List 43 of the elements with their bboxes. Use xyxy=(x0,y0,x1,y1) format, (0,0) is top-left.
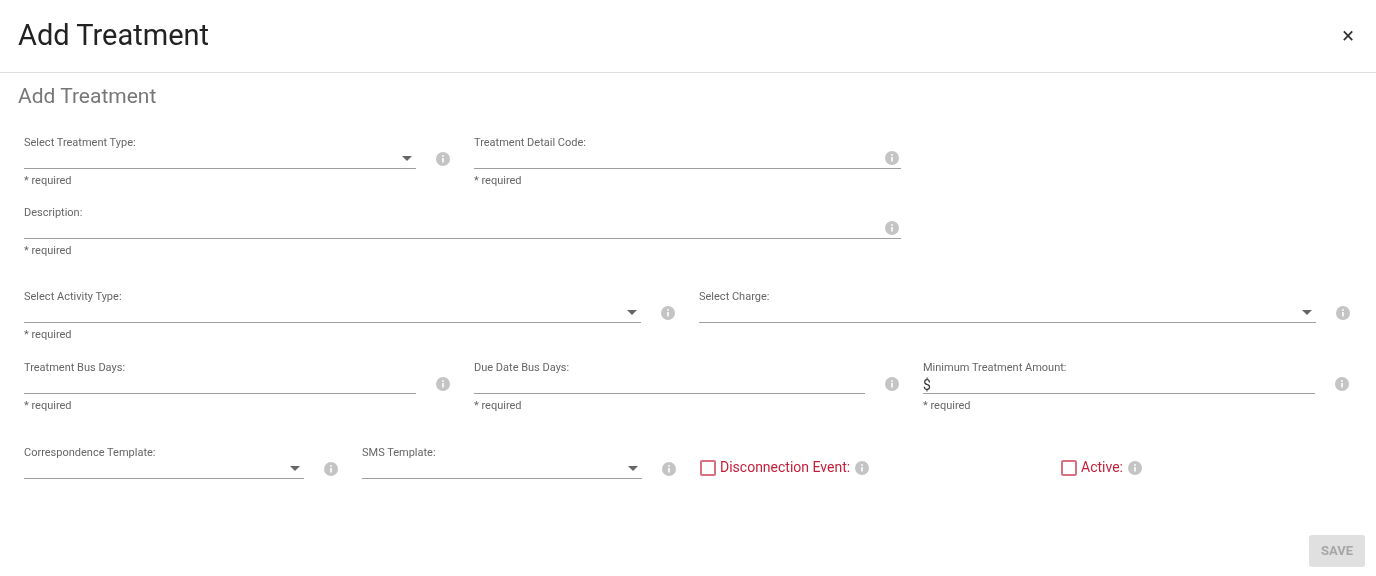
field-label: Description: xyxy=(24,206,84,220)
info-icon xyxy=(855,460,870,475)
required-hint: * required xyxy=(24,244,73,258)
field-label: Minimum Treatment Amount: xyxy=(923,361,1068,375)
info-icon xyxy=(662,462,676,476)
field-label: Select Charge: xyxy=(699,290,771,304)
close-button[interactable]: × xyxy=(1342,25,1354,47)
currency-prefix: $ xyxy=(923,377,931,393)
required-hint: * required xyxy=(24,174,73,188)
required-hint: * required xyxy=(24,328,73,342)
required-hint: * required xyxy=(474,399,523,413)
checkbox[interactable] xyxy=(1061,459,1077,476)
field-label: SMS Template: xyxy=(362,446,437,460)
field-label: Treatment Detail Code: xyxy=(474,136,587,150)
field-label: Select Activity Type: xyxy=(24,290,123,304)
input-field[interactable]: $ xyxy=(923,375,1315,394)
dropdown-caret-icon xyxy=(290,466,300,471)
required-hint: * required xyxy=(474,174,523,188)
info-icon xyxy=(1335,377,1349,391)
dropdown-caret-icon xyxy=(627,310,637,315)
checkbox-label: Active: xyxy=(1081,458,1123,477)
field-label: Correspondence Template: xyxy=(24,446,157,460)
dropdown-caret-icon xyxy=(1302,310,1312,315)
info-icon xyxy=(324,462,338,476)
field-label: Treatment Bus Days: xyxy=(24,361,127,375)
dropdown-caret-icon xyxy=(628,466,638,471)
form-heading: Add Treatment xyxy=(18,83,158,109)
info-icon xyxy=(1127,460,1142,475)
dropdown-caret-icon xyxy=(402,156,412,161)
info-icon xyxy=(436,377,450,391)
info-icon xyxy=(885,221,899,235)
dialog-title: Add Treatment xyxy=(18,17,209,55)
info-icon xyxy=(885,377,899,391)
required-hint: * required xyxy=(923,399,972,413)
required-hint: * required xyxy=(24,399,73,413)
checkbox[interactable] xyxy=(700,459,716,476)
info-icon xyxy=(661,306,675,320)
field-label: Due Date Bus Days: xyxy=(474,361,571,375)
info-icon xyxy=(436,152,450,166)
field-label: Select Treatment Type: xyxy=(24,136,137,150)
info-icon xyxy=(885,151,899,165)
checkbox-label: Disconnection Event: xyxy=(720,458,851,477)
info-icon xyxy=(1336,306,1350,320)
